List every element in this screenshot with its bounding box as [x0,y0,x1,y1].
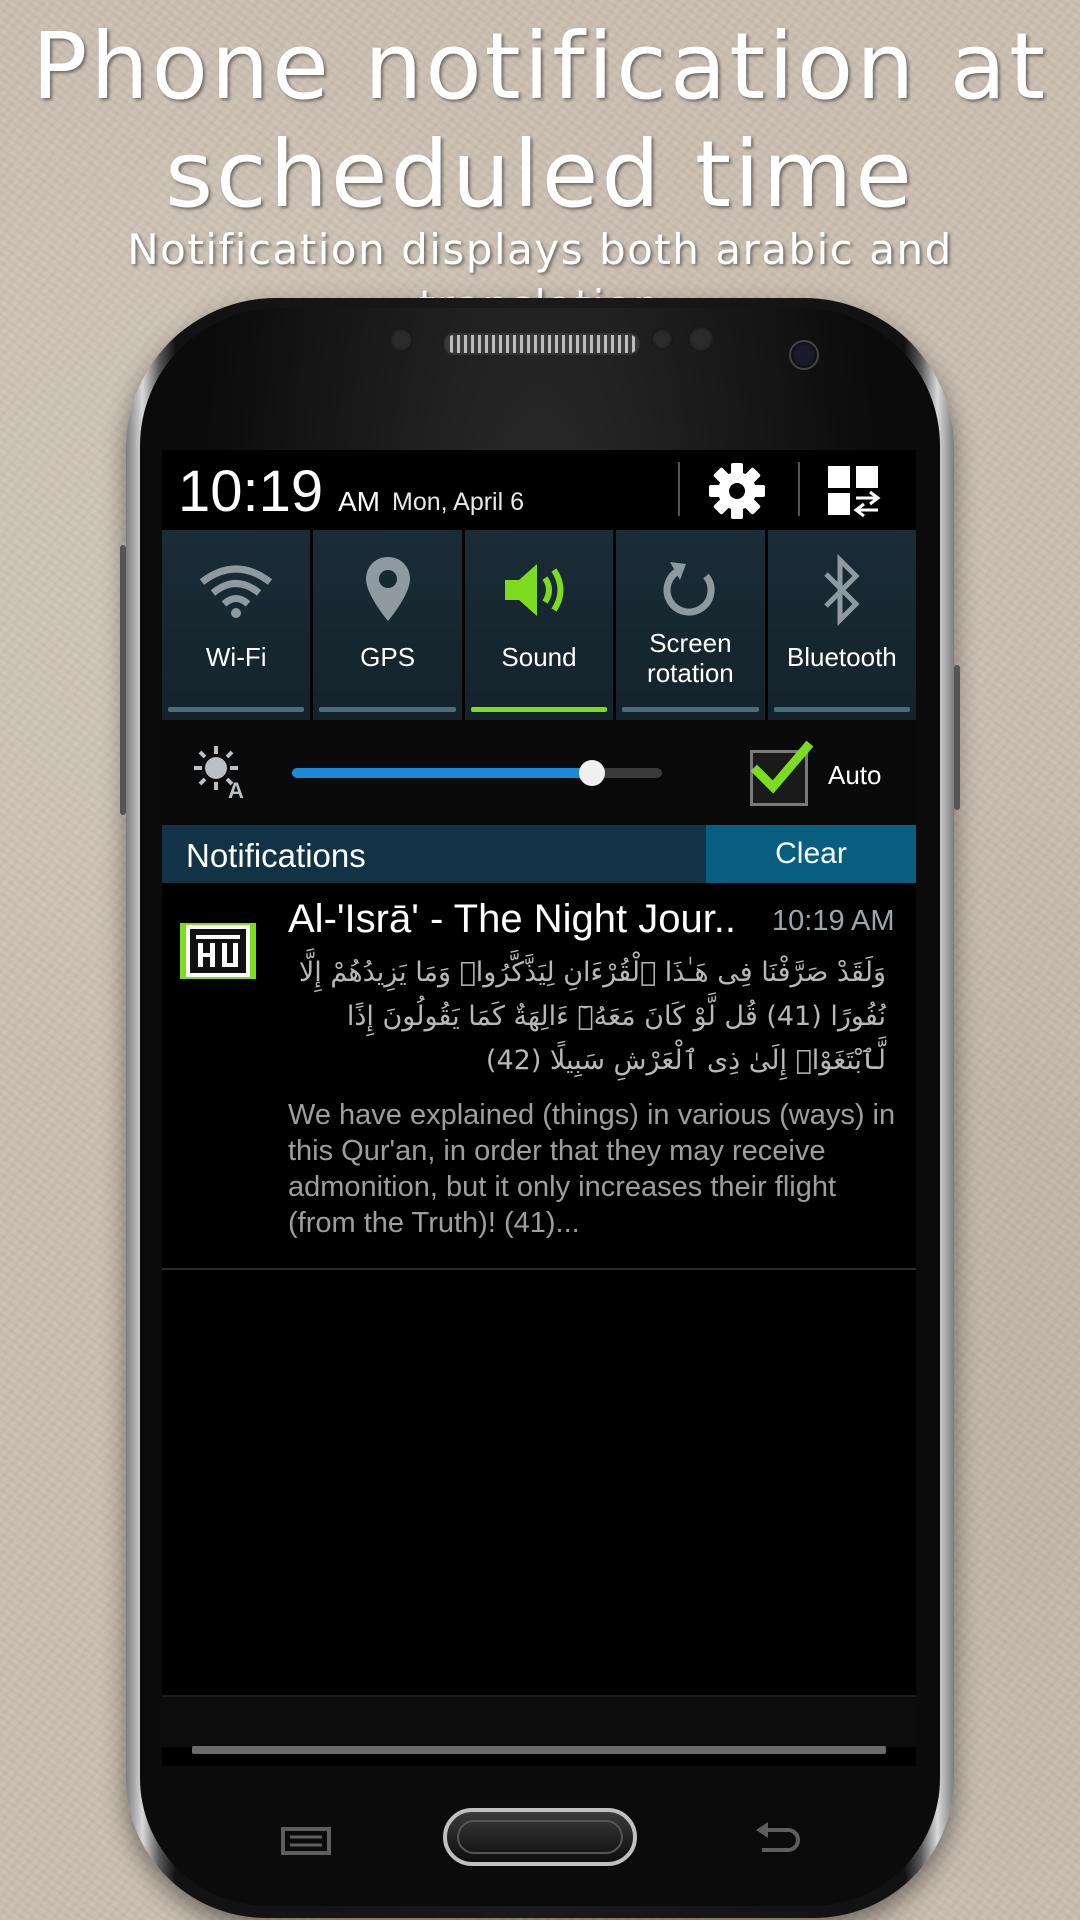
wifi-icon [200,565,273,618]
quick-toggle-bluetooth[interactable]: Bluetooth [767,530,916,720]
notification-title: Al-'Isrā' - The Night Jour.. [288,897,737,941]
earpiece-speaker [444,333,640,355]
svg-text:A: A [228,778,244,800]
panel-bottom-strip [162,1695,916,1747]
notification-time: 10:19 AM [772,905,895,937]
clock-ampm: AM [338,486,380,517]
headline-line-1: Phone notification at [31,13,1049,120]
menu-key-icon[interactable] [280,1826,332,1856]
bluetooth-icon [824,554,860,626]
toggle-indicator [622,707,759,712]
quick-settings-row: Wi-Fi GPS Sound Screen rotation Bluetoot… [162,530,916,720]
notification-arabic-text: وَلَقَدْ صَرَّفْنَا فِى هَـٰذَا ٱلْقُرْء… [298,957,886,1076]
checkmark-icon [751,741,814,794]
notifications-header: Notifications Clear [162,825,916,883]
home-button[interactable] [443,1808,637,1866]
quick-settings-toggle-button[interactable] [826,464,886,520]
speaker-icon [505,564,564,616]
rotate-icon [664,562,715,616]
app-logo-icon [180,923,256,979]
screen: 10:19 AM Mon, April 6 Wi-Fi GPS Sound Sc… [162,450,916,1766]
panel-drag-handle[interactable] [192,1746,886,1754]
power-key [954,665,960,810]
quick-toggle-wifi[interactable]: Wi-Fi [162,530,311,720]
brightness-control: A Auto [162,720,916,825]
quick-toggle-label: Sound [501,642,577,672]
home-button-inner [457,1820,623,1854]
quick-toggle-label: Wi-Fi [205,642,267,672]
divider [678,462,680,516]
light-sensor [651,328,673,350]
grid-toggle-icon [828,466,881,518]
location-pin-icon [365,557,410,621]
clear-notifications-button[interactable]: Clear [706,825,916,883]
toggle-indicator [319,707,456,712]
quick-toggle-label: Bluetooth [786,642,897,672]
toggle-indicator [773,707,911,712]
clock-time: 10:19 [178,459,324,524]
gear-icon [709,463,765,519]
front-camera [789,340,819,370]
quick-toggle-sound[interactable]: Sound [464,530,614,720]
auto-brightness-label: Auto [828,760,882,790]
settings-button[interactable] [706,460,776,522]
toggle-indicator [168,707,305,712]
quick-toggle-label: GPS [360,642,416,672]
brightness-slider-thumb[interactable] [578,760,605,786]
divider [798,462,800,516]
notification-translation-text: We have explained (things) in various (w… [288,1099,896,1239]
toggle-indicator [470,707,608,712]
quick-toggle-label: Screen rotation [647,628,734,688]
auto-brightness-icon: A [194,746,244,800]
headline-line-2: scheduled time [165,121,915,228]
auto-brightness-checkbox[interactable] [750,741,814,806]
brightness-slider-fill [292,768,592,778]
quick-toggle-gps[interactable]: GPS [313,530,462,720]
volume-key [120,545,126,815]
proximity-sensor [389,328,413,352]
light-sensor-2 [688,326,714,352]
back-key-icon[interactable] [752,1820,802,1860]
quick-toggle-screen-rotation[interactable]: Screen rotation [616,530,765,720]
notification-panel-header: 10:19 AM Mon, April 6 [162,450,916,530]
brightness-slider[interactable] [292,760,662,786]
date-label: Mon, April 6 [392,488,525,516]
notification-item[interactable]: Al-'Isrā' - The Night Jour.. 10:19 AM وَ… [162,883,916,1270]
notifications-title: Notifications [186,837,366,874]
